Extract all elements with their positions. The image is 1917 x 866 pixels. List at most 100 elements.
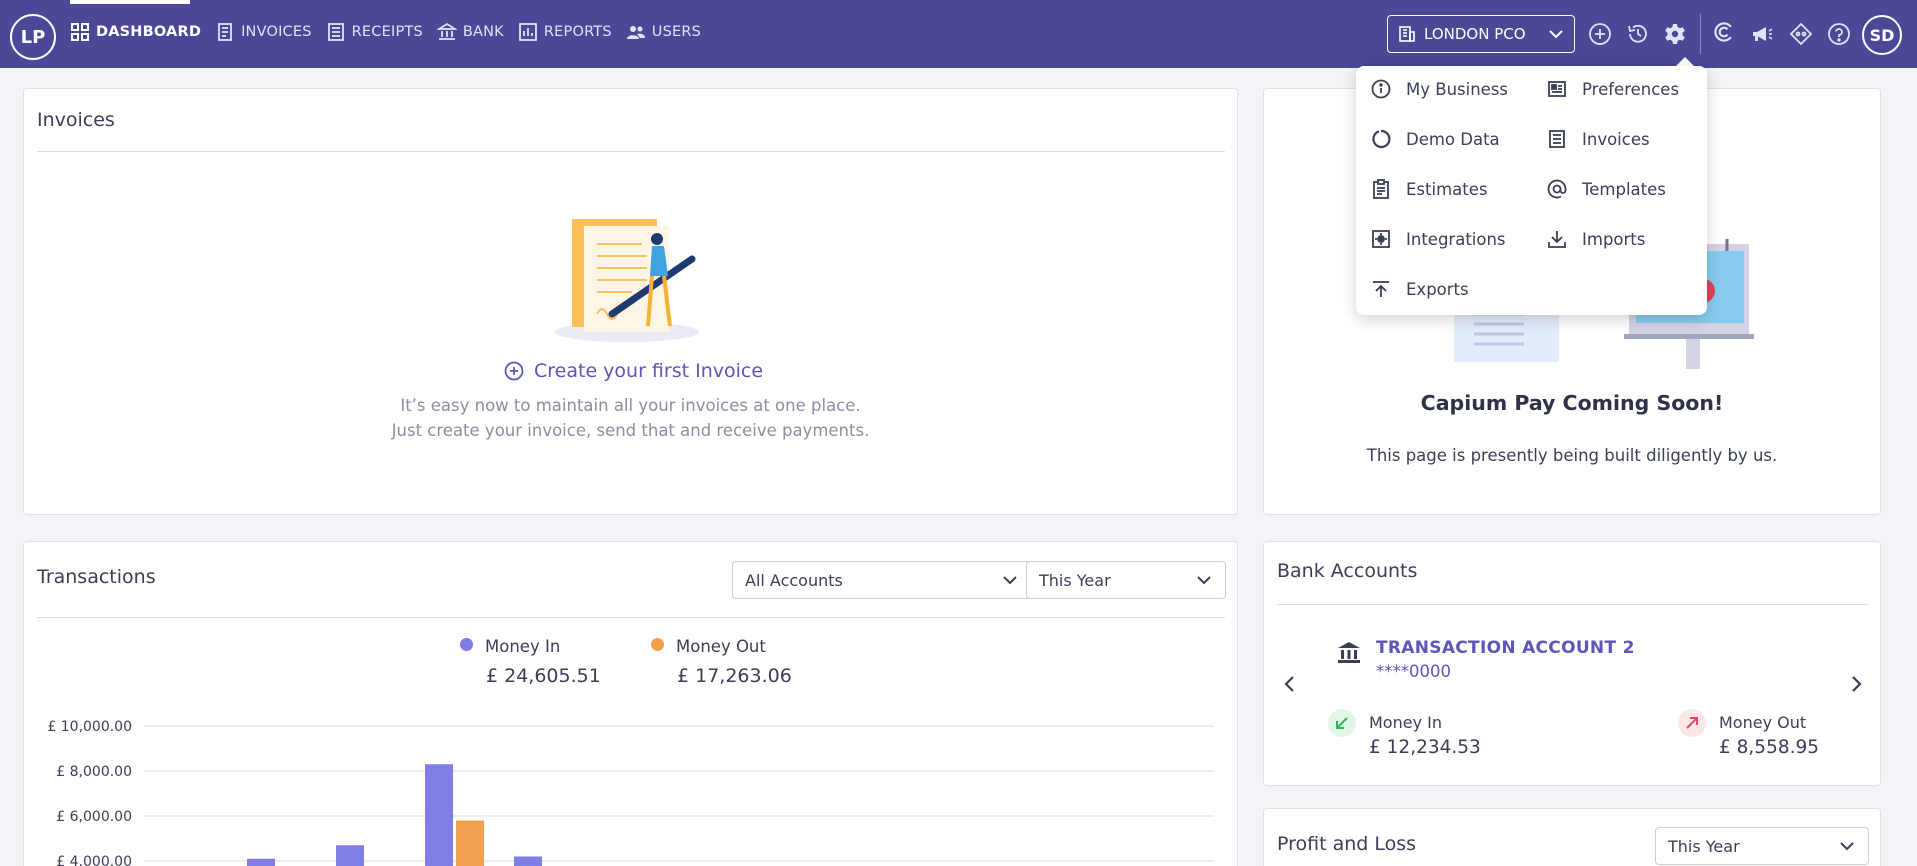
y-tick-label: £ 6,000.00 <box>56 809 132 825</box>
invoice-icon <box>1549 130 1565 148</box>
bank-accounts-card: Bank Accounts TRANSACTION ACCOUNT 2 ****… <box>1263 541 1881 786</box>
chevron-down-icon <box>1197 576 1211 585</box>
transactions-title: Transactions <box>37 566 156 588</box>
create-first-invoice-link[interactable]: Create your first Invoice <box>504 360 844 382</box>
bank-money-out-label: Money Out <box>1719 713 1807 732</box>
profit-loss-card: Profit and Loss This Year <box>1263 808 1881 866</box>
bank-money-in-label: Money In <box>1369 713 1442 732</box>
settings-menu: My Business Preferences Demo Data Invoic… <box>1356 66 1707 315</box>
nav-dashboard[interactable]: DASHBOARD <box>70 22 201 42</box>
menu-item-demo-data[interactable]: Demo Data <box>1370 128 1500 150</box>
nav-invoices-label: INVOICES <box>241 24 312 40</box>
bank-accounts-title: Bank Accounts <box>1277 560 1418 582</box>
y-tick-label: £ 10,000.00 <box>47 719 132 735</box>
create-invoice-label: Create your first Invoice <box>534 360 764 382</box>
users-icon <box>626 26 645 39</box>
app-logo[interactable]: LP <box>10 14 56 60</box>
nav-bank[interactable]: BANK <box>436 22 504 42</box>
download-icon <box>1548 231 1566 248</box>
account-filter-select[interactable]: All Accounts <box>732 561 1032 599</box>
bar-money-in[interactable] <box>514 856 542 866</box>
building-icon <box>1399 26 1415 42</box>
company-name: LONDON PCO <box>1424 25 1526 43</box>
menu-item-label: Exports <box>1406 279 1469 299</box>
capium-pay-title: Capium Pay Coming Soon! <box>1420 391 1724 415</box>
menu-item-label: My Business <box>1406 79 1509 99</box>
profit-loss-period-value: This Year <box>1668 836 1740 856</box>
chevron-down-icon <box>1840 842 1854 851</box>
menu-item-label: Integrations <box>1406 229 1506 249</box>
chevron-left-icon[interactable] <box>1280 674 1300 694</box>
integrations-icon <box>1372 230 1390 248</box>
bank-account-number: ****0000 <box>1376 662 1451 681</box>
bank-money-in-value: £ 12,234.53 <box>1369 737 1481 758</box>
menu-item-label: Imports <box>1582 229 1646 249</box>
company-selector[interactable]: LONDON PCO <box>1387 15 1575 53</box>
nav-users[interactable]: USERS <box>626 22 701 42</box>
invoices-desc-line1: It’s easy now to maintain all your invoi… <box>400 396 861 415</box>
diamond-icon[interactable] <box>1789 22 1813 46</box>
y-tick-label: £ 8,000.00 <box>56 764 132 780</box>
period-filter-value: This Year <box>1039 570 1111 590</box>
dashboard-icon <box>71 23 89 41</box>
user-avatar[interactable]: SD <box>1862 15 1902 55</box>
menu-item-label: Invoices <box>1582 129 1650 149</box>
account-filter-value: All Accounts <box>745 570 843 590</box>
money-in-label: Money In <box>485 637 561 656</box>
invoice-illustration <box>555 219 699 342</box>
legend-money-out[interactable]: Money Out £ 17,263.06 <box>651 637 792 687</box>
money-in-total: £ 24,605.51 <box>486 665 601 687</box>
clipboard-icon <box>1373 179 1389 199</box>
legend-money-in[interactable]: Money In £ 24,605.51 <box>460 637 601 687</box>
invoices-card-divider <box>37 151 1225 152</box>
profit-loss-period-select[interactable]: This Year <box>1655 827 1869 865</box>
bank-money-out-value: £ 8,558.95 <box>1719 737 1820 758</box>
money-out-total: £ 17,263.06 <box>677 665 792 687</box>
menu-item-my-business[interactable]: My Business <box>1370 78 1508 100</box>
capium-icon[interactable] <box>1712 20 1740 48</box>
bar-money-in[interactable] <box>336 845 364 866</box>
transactions-divider <box>37 617 1225 618</box>
chevron-right-icon[interactable] <box>1846 674 1866 694</box>
menu-item-imports[interactable]: Imports <box>1546 228 1645 250</box>
money-in-dot <box>460 638 473 651</box>
bank-account-name[interactable]: TRANSACTION ACCOUNT 2 <box>1376 638 1635 658</box>
announcement-icon[interactable] <box>1750 22 1774 46</box>
preferences-icon <box>1548 81 1566 97</box>
add-circle-icon[interactable] <box>1588 22 1612 46</box>
bar-money-in[interactable] <box>247 858 275 866</box>
history-icon[interactable] <box>1626 22 1650 46</box>
bank-icon <box>436 22 457 40</box>
menu-item-exports[interactable]: Exports <box>1370 278 1469 300</box>
add-circle-icon <box>504 361 524 381</box>
menu-item-estimates[interactable]: Estimates <box>1370 178 1487 200</box>
nav-dashboard-label: DASHBOARD <box>96 24 202 40</box>
upload-icon <box>1373 281 1389 297</box>
menu-item-preferences[interactable]: Preferences <box>1546 78 1679 100</box>
bank-accounts-divider <box>1277 604 1869 605</box>
main-nav: DASHBOARD INVOICES RECEIPTS BANK REPORTS… <box>70 22 701 42</box>
bank-icon <box>1338 642 1360 663</box>
money-out-arrow-icon <box>1678 709 1706 737</box>
menu-item-integrations[interactable]: Integrations <box>1370 228 1506 250</box>
invoices-card-title: Invoices <box>37 109 115 131</box>
chevron-down-icon <box>1549 30 1563 39</box>
bar-money-out[interactable] <box>456 820 484 866</box>
transactions-card: Transactions All Accounts This Year Mone… <box>23 541 1238 866</box>
receipt-icon <box>327 23 344 41</box>
info-icon <box>1371 79 1391 99</box>
nav-receipts[interactable]: RECEIPTS <box>326 22 423 42</box>
period-filter-select[interactable]: This Year <box>1026 561 1226 599</box>
invoices-desc-line2: Just create your invoice, send that and … <box>391 421 870 440</box>
gear-icon[interactable] <box>1663 22 1687 46</box>
bar-money-in[interactable] <box>425 764 453 866</box>
help-icon[interactable] <box>1827 22 1851 46</box>
nav-invoices[interactable]: INVOICES <box>215 22 312 42</box>
menu-item-invoices[interactable]: Invoices <box>1546 128 1650 150</box>
y-tick-label: £ 4,000.00 <box>56 854 132 866</box>
nav-reports[interactable]: REPORTS <box>518 22 612 42</box>
active-tab-indicator <box>70 0 190 4</box>
nav-receipts-label: RECEIPTS <box>351 24 423 40</box>
menu-item-templates[interactable]: Templates <box>1546 178 1666 200</box>
top-navbar: LP DASHBOARD INVOICES RECEIPTS BANK REPO… <box>0 0 1917 68</box>
